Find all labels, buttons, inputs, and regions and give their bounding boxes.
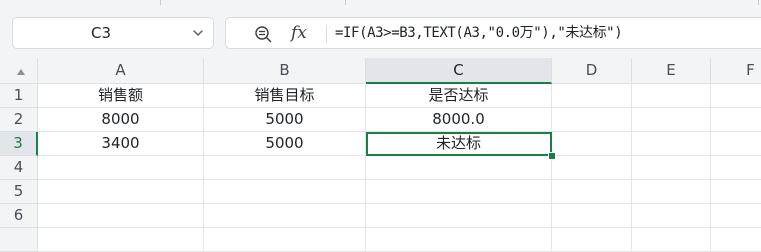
cell-b3[interactable]: 5000	[204, 132, 366, 156]
cell-b4[interactable]	[204, 156, 366, 180]
cell-a4[interactable]	[38, 156, 204, 180]
fill-handle[interactable]	[548, 152, 556, 160]
cell-b1[interactable]: 销售目标	[204, 84, 366, 108]
cell-c3[interactable]: 未达标	[366, 132, 552, 156]
cell-a1[interactable]: 销售额	[38, 84, 204, 108]
cell-b2[interactable]: 5000	[204, 108, 366, 132]
row-header-5[interactable]: 5	[0, 180, 38, 204]
cell-f4[interactable]	[711, 156, 761, 180]
cell-c2[interactable]: 8000.0	[366, 108, 552, 132]
column-header-c[interactable]: C	[366, 58, 552, 84]
cell-a2[interactable]: 8000	[38, 108, 204, 132]
top-strip	[0, 0, 761, 8]
cell-f6[interactable]	[711, 204, 761, 228]
cell-d2[interactable]	[552, 108, 632, 132]
column-header-a[interactable]: A	[38, 58, 204, 84]
chevron-down-icon[interactable]	[192, 27, 204, 39]
cell-d3[interactable]	[552, 132, 632, 156]
fx-icon[interactable]: fx	[291, 21, 307, 45]
row-header-3[interactable]: 3	[0, 132, 38, 156]
cell-c4[interactable]	[366, 156, 552, 180]
zoom-formula-icon[interactable]	[254, 25, 272, 43]
column-header-d[interactable]: D	[552, 58, 632, 84]
cell-e4[interactable]	[632, 156, 711, 180]
cell-f2[interactable]	[711, 108, 761, 132]
cell-a3[interactable]: 3400	[38, 132, 204, 156]
row-header-2[interactable]: 2	[0, 108, 38, 132]
cell-b6[interactable]	[204, 204, 366, 228]
cell-d6[interactable]	[552, 204, 632, 228]
cell-e6[interactable]	[632, 204, 711, 228]
select-all-triangle-icon	[17, 69, 25, 75]
cell-b5[interactable]	[204, 180, 366, 204]
formula-divider	[326, 25, 327, 43]
cell-e2[interactable]	[632, 108, 711, 132]
row-header-7[interactable]	[0, 228, 38, 252]
cell-f7[interactable]	[711, 228, 761, 252]
cell-e1[interactable]	[632, 84, 711, 108]
column-header-e[interactable]: E	[632, 58, 711, 84]
cell-e3[interactable]	[632, 132, 711, 156]
select-all-corner[interactable]	[0, 58, 38, 84]
cell-d1[interactable]	[552, 84, 632, 108]
cell-e7[interactable]	[632, 228, 711, 252]
cell-c6[interactable]	[366, 204, 552, 228]
cell-b7[interactable]	[204, 228, 366, 252]
cell-a5[interactable]	[38, 180, 204, 204]
formula-input[interactable]: fx =IF(A3>=B3,TEXT(A3,"0.0万"),"未达标")	[225, 17, 761, 49]
cell-d4[interactable]	[552, 156, 632, 180]
cell-a6[interactable]	[38, 204, 204, 228]
cell-c7[interactable]	[366, 228, 552, 252]
cell-f1[interactable]	[711, 84, 761, 108]
cell-d7[interactable]	[552, 228, 632, 252]
cell-e5[interactable]	[632, 180, 711, 204]
name-box[interactable]: C3	[12, 17, 214, 49]
name-box-value: C3	[90, 24, 112, 42]
column-header-b[interactable]: B	[204, 58, 366, 84]
cell-c1[interactable]: 是否达标	[366, 84, 552, 108]
cell-f5[interactable]	[711, 180, 761, 204]
row-header-4[interactable]: 4	[0, 156, 38, 180]
row-header-6[interactable]: 6	[0, 204, 38, 228]
formula-bar-area: C3 fx =IF(A3>=B3,TEXT(A3,"0.0万"),"未达标")	[0, 8, 761, 58]
column-header-f[interactable]: F	[711, 58, 761, 84]
formula-text[interactable]: =IF(A3>=B3,TEXT(A3,"0.0万"),"未达标")	[335, 18, 623, 48]
cell-c5[interactable]	[366, 180, 552, 204]
cell-d5[interactable]	[552, 180, 632, 204]
cell-a7[interactable]	[38, 228, 204, 252]
row-header-1[interactable]: 1	[0, 84, 38, 108]
cell-f3[interactable]	[711, 132, 761, 156]
